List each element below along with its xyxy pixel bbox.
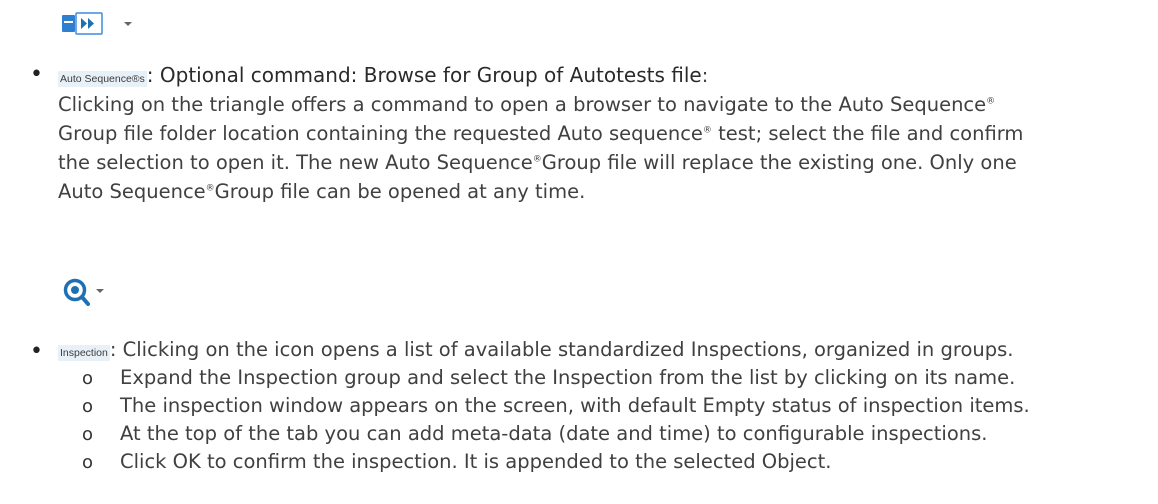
list-item: o Expand the Inspection group and select… [82,366,1016,389]
paragraph-line: Auto Sequence®Group file can be opened a… [58,180,586,203]
inspection-lead-text: : Clicking on the icon opens a list of a… [109,338,1014,361]
document-page: • Auto Sequence®s : Optional command: Br… [0,0,1158,504]
paragraph-line: Clicking on the triangle offers a comman… [58,93,996,116]
inspection-steps-list: o Expand the Inspection group and select… [82,366,1030,478]
bullet: • [30,339,43,364]
auto-sequence-caption[interactable]: Auto Sequence®s [58,71,147,87]
chevron-down-icon[interactable] [96,289,104,293]
inspection-button[interactable] [60,275,104,311]
paragraph-line: the selection to open it. The new Auto S… [58,151,1017,174]
list-item: o At the top of the tab you can add meta… [82,422,988,445]
inspection-caption[interactable]: Inspection [58,345,110,361]
magnifier-icon [63,278,90,306]
auto-sequence-paragraph: Clicking on the triangle offers a comman… [58,90,1138,206]
heading-colon: : [701,64,709,87]
list-item: o Click OK to confirm the inspection. It… [82,450,832,473]
list-item: o The inspection window appears on the s… [82,394,1030,417]
paragraph-line: Group file folder location containing th… [58,122,1024,145]
chevron-down-icon[interactable] [124,22,132,26]
auto-sequence-heading: : Optional command: Browse for Group of … [146,63,702,87]
bullet: • [30,62,43,87]
auto-sequence-button[interactable] [60,10,132,42]
fast-forward-icon [62,12,103,35]
